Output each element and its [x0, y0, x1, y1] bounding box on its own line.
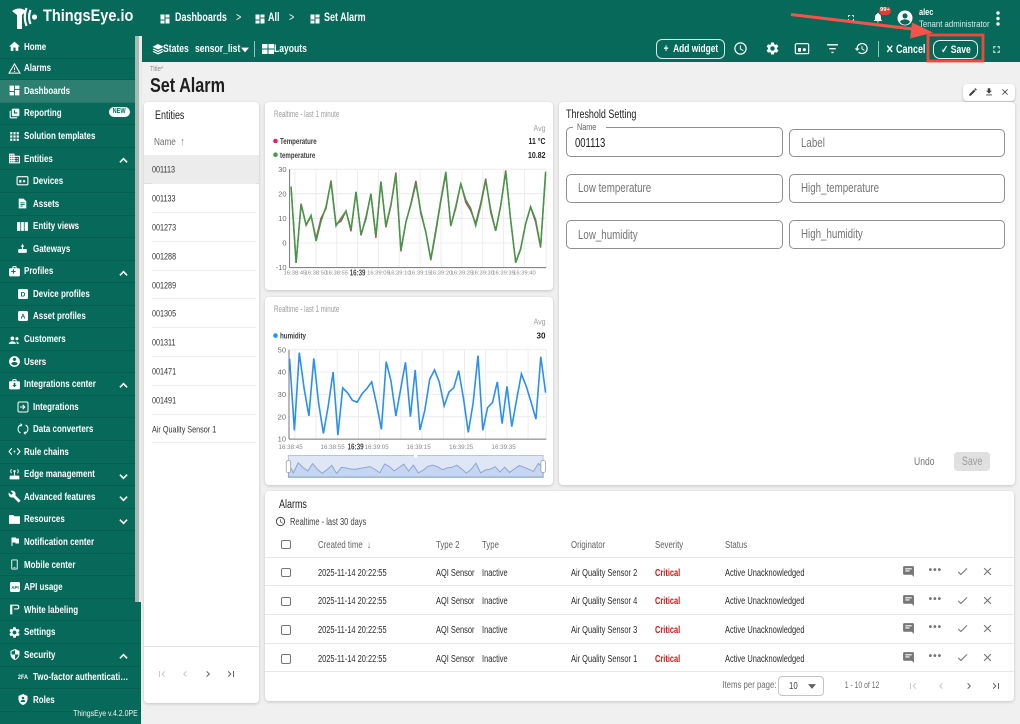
svg-text:16:38:45: 16:38:45 — [284, 270, 307, 276]
svg-text:16:39:20: 16:39:20 — [430, 270, 453, 276]
svg-text:temperature: temperature — [280, 149, 315, 159]
svg-text:20: 20 — [278, 412, 286, 421]
svg-text:16:39:35: 16:39:35 — [492, 444, 517, 451]
svg-text:0: 0 — [283, 238, 287, 247]
svg-text:API: API — [11, 585, 19, 590]
svg-text:30: 30 — [537, 330, 546, 340]
svg-text:30: 30 — [279, 164, 287, 173]
svg-text:16:38:45: 16:38:45 — [279, 444, 304, 451]
svg-text:A: A — [20, 314, 25, 321]
svg-text:16:39:15: 16:39:15 — [409, 270, 432, 276]
svg-text:16:38:50: 16:38:50 — [305, 270, 328, 276]
svg-text:16:39: 16:39 — [350, 268, 366, 277]
svg-text:16:38:55: 16:38:55 — [326, 270, 349, 276]
svg-text:humidity: humidity — [280, 331, 306, 341]
svg-text:10.82: 10.82 — [528, 149, 546, 159]
svg-text:16:39:15: 16:39:15 — [407, 444, 432, 451]
svg-text:40: 40 — [278, 368, 286, 377]
svg-text:16:39:25: 16:39:25 — [450, 444, 475, 451]
svg-text:Avg: Avg — [534, 124, 546, 133]
svg-text:Avg: Avg — [534, 318, 546, 327]
svg-text:11 °C: 11 °C — [529, 136, 546, 146]
svg-text:Temperature: Temperature — [280, 136, 317, 146]
svg-text:50: 50 — [278, 345, 286, 354]
svg-text:16:39: 16:39 — [348, 443, 365, 452]
svg-text:16:39:10: 16:39:10 — [388, 270, 411, 276]
svg-text:16:39:35: 16:39:35 — [493, 270, 516, 276]
svg-text:16:39:25: 16:39:25 — [451, 270, 474, 276]
svg-text:10: 10 — [279, 214, 287, 223]
svg-text:16:39:40: 16:39:40 — [514, 270, 537, 276]
svg-text:16:39:05: 16:39:05 — [368, 270, 391, 276]
svg-text:D: D — [20, 291, 25, 298]
svg-text:16:39:30: 16:39:30 — [472, 270, 495, 276]
svg-text:16:38:55: 16:38:55 — [321, 444, 346, 451]
svg-text:10: 10 — [278, 435, 286, 444]
svg-text:20: 20 — [279, 189, 287, 198]
svg-text:16:39:05: 16:39:05 — [365, 444, 390, 451]
svg-text:30: 30 — [278, 390, 286, 399]
